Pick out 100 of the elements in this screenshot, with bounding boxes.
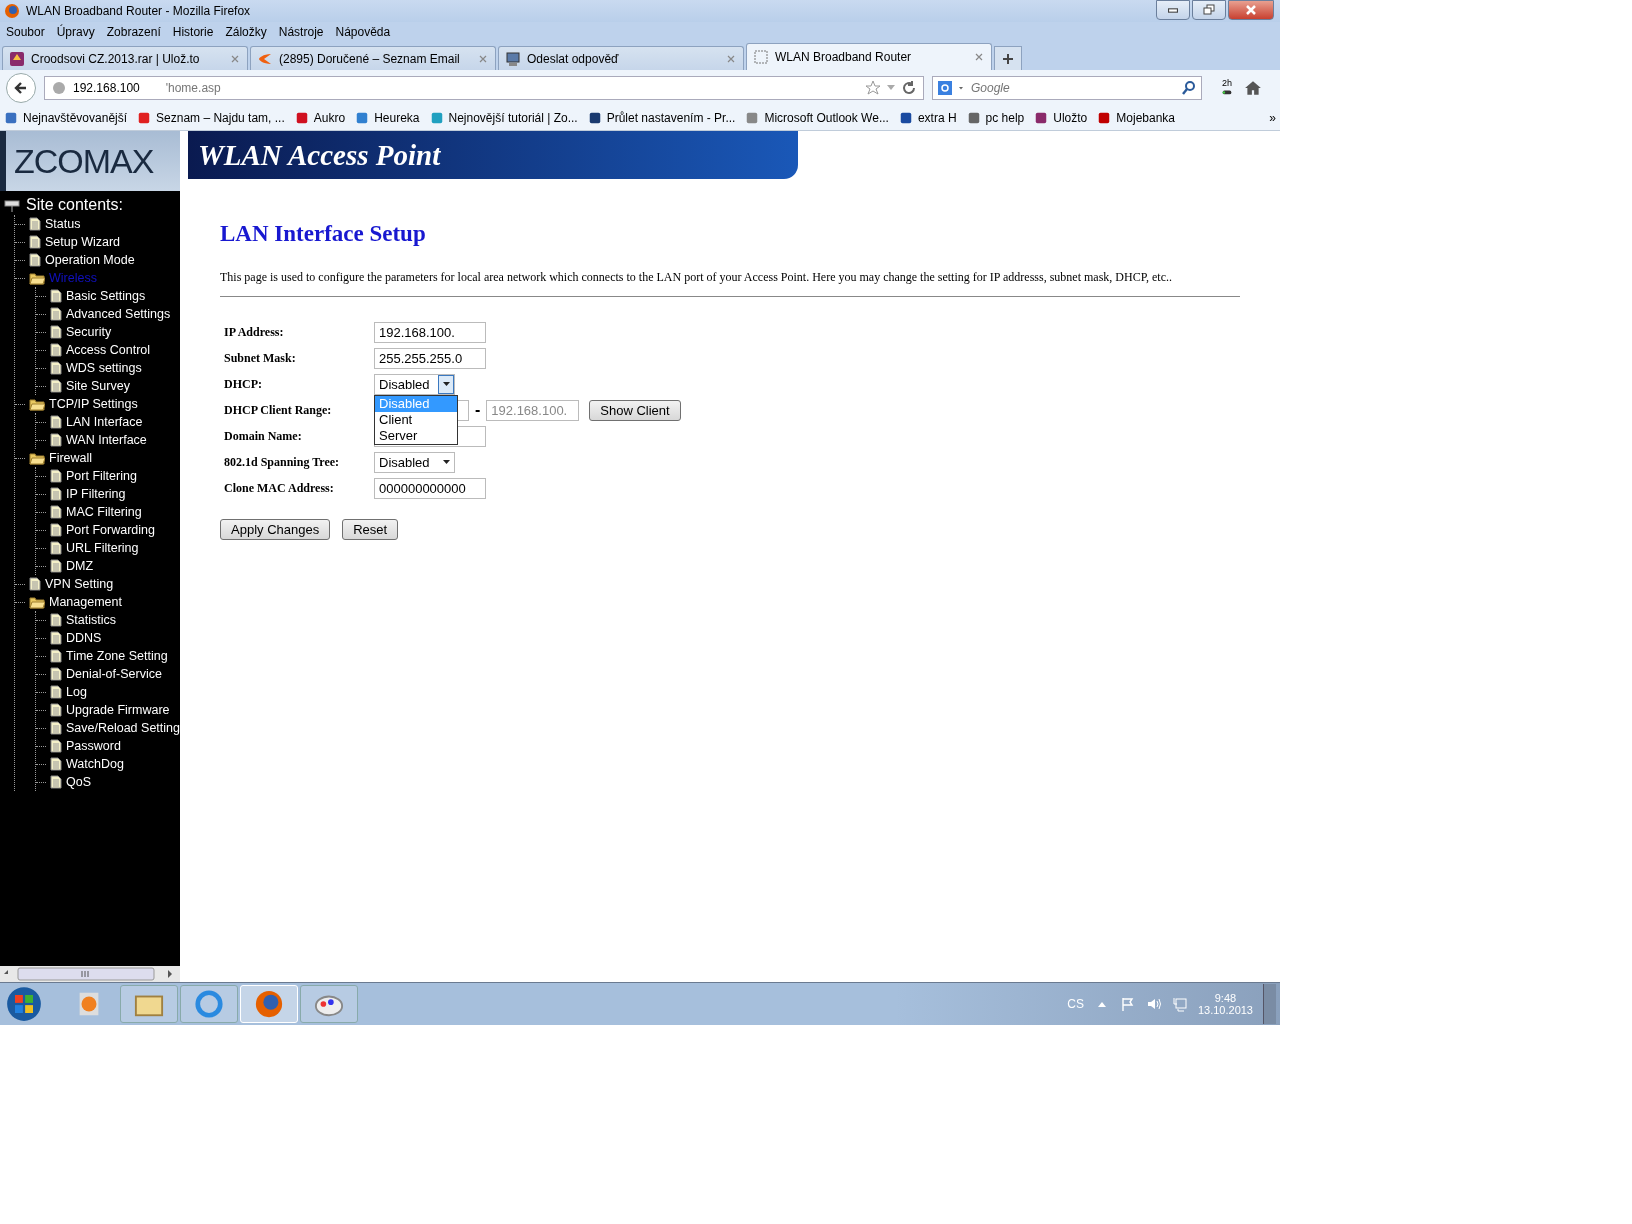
bookmark-link[interactable]: Microsoft Outlook We... — [745, 110, 889, 125]
dropdown-option[interactable]: Client — [375, 411, 457, 428]
form-button[interactable]: Apply Changes — [220, 519, 331, 540]
sidebar-item[interactable]: DDNS — [66, 631, 102, 645]
bookmark-link[interactable]: Heureka — [355, 110, 420, 125]
range-end-field[interactable]: 192.168.100. — [486, 399, 580, 421]
bookmark-link[interactable]: pc help — [966, 110, 1025, 125]
bookmark-favicon-icon — [4, 110, 18, 125]
sidebar-item[interactable]: Upgrade Firmware — [66, 703, 170, 717]
more-bookmarks-button[interactable]: » — [1269, 110, 1276, 125]
text-field[interactable]: 192.168.100. — [374, 321, 486, 343]
sidebar-item[interactable]: VPN Setting — [45, 577, 114, 591]
new-tab-button[interactable] — [994, 46, 1022, 70]
bookmark-link[interactable]: Nejnavštěvovanější — [4, 110, 128, 125]
sidebar-item[interactable]: LAN Interface — [66, 415, 143, 429]
sidebar-item[interactable]: IP Filtering — [66, 487, 126, 501]
bookmark-link[interactable]: Uložto — [1034, 110, 1088, 125]
bookmark-favicon-icon — [294, 110, 309, 125]
back-button[interactable] — [6, 72, 36, 103]
bookmark-favicon-icon — [1034, 110, 1049, 125]
folder-icon — [29, 595, 45, 609]
menu-item[interactable]: Úpravy — [56, 25, 95, 39]
sidebar-item[interactable]: Status — [45, 217, 81, 231]
search-field[interactable]: Google — [969, 79, 1177, 96]
page-icon — [50, 307, 62, 321]
sidebar-item[interactable]: Statistics — [66, 613, 116, 627]
field-label: DHCP: — [224, 376, 263, 392]
close-button[interactable] — [1228, 0, 1274, 20]
restore-button[interactable] — [1192, 0, 1226, 20]
page-icon — [50, 685, 62, 699]
browser-tab[interactable]: WLAN Broadband Router — [746, 43, 992, 70]
show-desktop-button[interactable] — [1263, 984, 1276, 1024]
sidebar-item[interactable]: Security — [66, 325, 112, 339]
page-icon — [29, 253, 41, 267]
page-icon — [29, 577, 41, 591]
page-icon — [50, 613, 62, 627]
bookmark-link[interactable]: Průlet nastavením - Pr... — [587, 110, 736, 125]
sidebar-item[interactable]: Firewall — [49, 451, 93, 465]
menu-item[interactable]: Záložky — [225, 25, 267, 39]
dropdown-option[interactable]: Server — [375, 427, 457, 444]
sidebar-item[interactable]: Port Forwarding — [66, 523, 155, 537]
sidebar-item[interactable]: Time Zone Setting — [66, 649, 168, 663]
browser-tab[interactable]: (2895) Doručené – Seznam Email — [250, 46, 496, 70]
sidebar-item[interactable]: DMZ — [66, 559, 94, 573]
sidebar-item[interactable]: Password — [66, 739, 121, 753]
sidebar-item[interactable]: QoS — [66, 775, 91, 789]
sidebar-item[interactable]: Management — [49, 595, 122, 609]
downloads-button[interactable]: 2h — [1218, 77, 1236, 98]
field-label: Domain Name: — [224, 428, 303, 444]
dropdown[interactable]: Disabled — [374, 451, 455, 473]
bookmark-link[interactable]: Aukro — [294, 110, 346, 125]
page-icon — [50, 415, 62, 429]
taskbar-app[interactable] — [120, 985, 178, 1023]
bookmark-link[interactable]: Mojebanka — [1097, 110, 1175, 125]
sidebar-item[interactable]: WAN Interface — [66, 433, 147, 447]
sidebar-item[interactable]: Advanced Settings — [66, 307, 171, 321]
menu-item[interactable]: Zobrazení — [106, 25, 161, 39]
bookmark-link[interactable]: Seznam – Najdu tam, ... — [137, 110, 285, 125]
search-box[interactable]: Google — [932, 75, 1202, 100]
sidebar-item[interactable]: Denial-of-Service — [66, 667, 162, 681]
text-field[interactable]: 000000000000 — [374, 477, 486, 499]
bookmark-favicon-icon — [1097, 110, 1112, 125]
form-button[interactable]: Reset — [342, 519, 399, 540]
window-title: WLAN Broadband Router - Mozilla Firefox — [26, 4, 252, 18]
show-client-button[interactable]: Show Client — [589, 399, 681, 421]
sidebar-item[interactable]: Access Control — [66, 343, 151, 357]
taskbar-app[interactable] — [300, 985, 358, 1023]
horizontal-scrollbar[interactable] — [0, 966, 180, 982]
menu-item[interactable]: Soubor — [6, 25, 45, 39]
bookmark-link[interactable]: Nejnovější tutoriál | Zo... — [429, 110, 578, 125]
sidebar-item[interactable]: URL Filtering — [66, 541, 139, 555]
sidebar-item[interactable]: Setup Wizard — [45, 235, 121, 249]
page-icon — [50, 289, 62, 303]
page-icon — [50, 667, 62, 681]
bookmark-link[interactable]: extra H — [898, 110, 957, 125]
menu-item[interactable]: Nápověda — [335, 25, 391, 39]
browser-tab[interactable]: Croodsovi CZ.2013.rar | Ulož.to — [2, 46, 248, 70]
sidebar-item[interactable]: Site Survey — [66, 379, 130, 393]
sidebar-item[interactable]: TCP/IP Settings — [49, 397, 138, 411]
menu-item[interactable]: Nástroje — [278, 25, 324, 39]
sidebar-item[interactable]: WDS settings — [66, 361, 142, 375]
sidebar-item[interactable]: MAC Filtering — [66, 505, 142, 519]
sidebar-item[interactable]: Basic Settings — [66, 289, 146, 303]
menu-item[interactable]: Historie — [172, 25, 214, 39]
address-bar[interactable]: 192.168.100 'home.asp — [44, 75, 924, 100]
field-label: Subnet Mask: — [224, 350, 297, 366]
browser-tab[interactable]: Odeslat odpověď — [498, 46, 744, 70]
sidebar-item[interactable]: Save/Reload Setting — [66, 721, 180, 735]
sidebar-item[interactable]: Port Filtering — [66, 469, 137, 483]
search-icon — [1181, 79, 1197, 96]
page-icon — [50, 487, 62, 501]
sidebar-item[interactable]: WatchDog — [66, 757, 124, 771]
field-label: 802.1d Spanning Tree: — [224, 454, 341, 470]
folder-icon — [29, 397, 45, 411]
text-field[interactable]: 255.255.255.0 — [374, 347, 486, 369]
field-label: IP Address: — [224, 324, 285, 340]
banner: WLAN Access Point — [188, 131, 798, 179]
sidebar-item[interactable]: Operation Mode — [45, 253, 135, 267]
sidebar-item[interactable]: Log — [66, 685, 87, 699]
minimize-button[interactable] — [1156, 0, 1190, 20]
